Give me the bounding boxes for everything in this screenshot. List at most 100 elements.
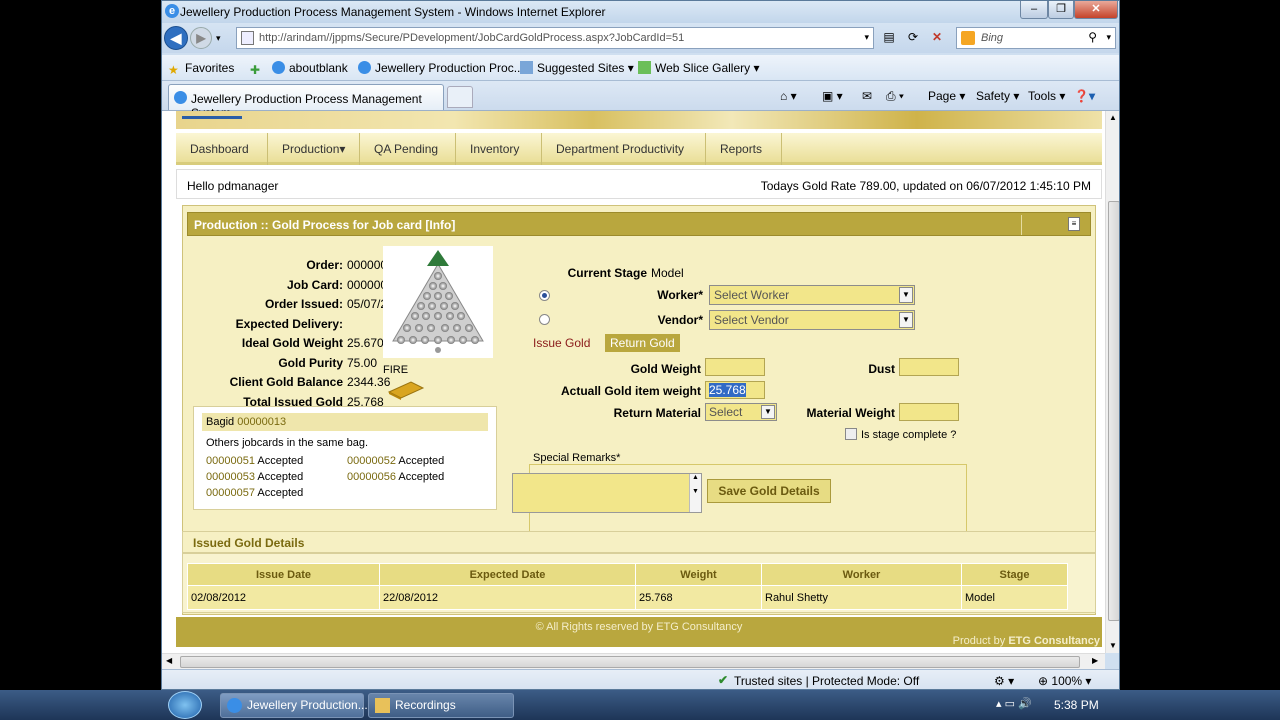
menu-inventory[interactable]: Inventory [456, 133, 542, 165]
company-name[interactable]: ETG Consultancy [1008, 635, 1100, 647]
zone-settings-icon[interactable]: ⚙ ▾ [994, 674, 1014, 688]
save-gold-details-button[interactable]: Save Gold Details [707, 479, 831, 503]
menu-department-productivity[interactable]: Department Productivity [542, 133, 706, 165]
safety-menu[interactable]: Safety ▾ [976, 89, 1019, 103]
panel-title[interactable]: Production :: Gold Process for Job card … [194, 218, 455, 232]
fav-aboutblank[interactable]: aboutblank [272, 61, 348, 75]
ie-page-icon [272, 61, 285, 74]
dust-input[interactable] [899, 358, 959, 376]
vendor-radio[interactable] [539, 314, 550, 325]
return-material-select[interactable]: Select ▼ [705, 403, 777, 421]
jobcard-link[interactable]: 00000053 [206, 471, 255, 483]
vendor-select-value: Select Vendor [714, 313, 789, 327]
gold-weight-input[interactable] [705, 358, 765, 376]
favorites-button[interactable]: ★ Favorites [168, 61, 234, 77]
tab-return-gold[interactable]: Return Gold [605, 334, 680, 352]
close-button[interactable]: ✕ [1074, 1, 1118, 19]
jobcard-link[interactable]: 00000051 [206, 455, 255, 467]
search-placeholder[interactable]: Bing [981, 32, 1003, 44]
table-cell: 22/08/2012 [379, 585, 636, 610]
stage-complete-label: Is stage complete ? [861, 429, 957, 441]
stop-icon[interactable]: ✕ [928, 28, 946, 46]
scroll-thumb[interactable] [1108, 201, 1119, 621]
feeds-icon[interactable]: ▣ ▾ [822, 89, 843, 103]
address-dropdown-icon[interactable]: ▾ [864, 32, 869, 43]
issued-gold-title: Issued Gold Details [193, 536, 305, 550]
gold-purity-label: Gold Purity [278, 356, 343, 370]
taskbar-ie-button[interactable]: Jewellery Production... [220, 693, 368, 718]
tab-row: Jewellery Production Process Management … [162, 81, 1119, 120]
search-dropdown-icon[interactable]: ▾ [1106, 32, 1111, 43]
horizontal-scrollbar[interactable]: ◀ ▶ [162, 653, 1105, 669]
back-button[interactable]: ◀ [164, 26, 188, 50]
column-header[interactable]: Weight [635, 563, 762, 586]
menu-qa-pending[interactable]: QA Pending [360, 133, 456, 165]
page-icon [241, 31, 254, 45]
column-header[interactable]: Stage [961, 563, 1068, 586]
scroll-down-icon[interactable]: ▼ [1109, 641, 1117, 650]
forward-button[interactable]: ▶ [190, 27, 212, 49]
jobcard-link[interactable]: 00000056 [347, 471, 396, 483]
scroll-up-icon[interactable]: ▲ [1109, 113, 1117, 122]
fav-suggested-sites[interactable]: Suggested Sites ▾ [520, 61, 634, 75]
address-bar[interactable]: http://arindam//jppms/Secure/PDevelopmen… [236, 27, 874, 49]
new-tab-button[interactable] [447, 86, 473, 108]
jobcard-status: Accepted [398, 455, 445, 467]
document-icon[interactable]: ≡ [1068, 217, 1080, 231]
column-header[interactable]: Expected Date [379, 563, 636, 586]
jobcard-link[interactable]: 00000052 [347, 455, 396, 467]
url-text[interactable]: http://arindam//jppms/Secure/PDevelopmen… [259, 32, 684, 44]
stage-complete-checkbox[interactable] [845, 428, 857, 440]
actual-weight-input[interactable]: 25.768 [705, 381, 765, 399]
scroll-right-icon[interactable]: ▶ [1092, 656, 1098, 665]
page-menu[interactable]: Page ▾ [928, 89, 965, 103]
actual-weight-value: 25.768 [709, 383, 746, 397]
maximize-button[interactable]: ❐ [1048, 1, 1074, 19]
vendor-label: Vendor* [657, 313, 703, 327]
refresh-icon[interactable]: ⟳ [904, 28, 922, 46]
bagid-link[interactable]: 00000013 [237, 416, 286, 428]
menu-dashboard[interactable]: Dashboard [176, 133, 268, 165]
security-zone[interactable]: Trusted sites | Protected Mode: Off [734, 674, 919, 688]
hscroll-thumb[interactable] [180, 656, 1080, 668]
start-button[interactable] [168, 691, 202, 719]
fav-jewellery[interactable]: Jewellery Production Proc... [358, 61, 524, 75]
tools-menu[interactable]: Tools ▾ [1028, 89, 1065, 103]
vertical-scrollbar[interactable]: ▲ ▼ [1105, 111, 1119, 653]
add-favorites-icon[interactable]: ✚ [250, 61, 267, 77]
home-icon[interactable]: ⌂ ▾ [780, 89, 797, 103]
print-icon[interactable]: ⎙ ▾ [886, 89, 904, 104]
help-icon[interactable]: ❓▾ [1074, 89, 1095, 103]
compatibility-view-icon[interactable]: ▤ [880, 28, 898, 46]
order-issued-label: Order Issued: [264, 297, 343, 311]
vendor-select[interactable]: Select Vendor ▼ [709, 310, 915, 330]
tab-issue-gold[interactable]: Issue Gold [533, 336, 590, 350]
fav-webslice-label: Web Slice Gallery ▾ [655, 61, 760, 75]
recent-pages-dropdown-icon[interactable]: ▾ [216, 33, 221, 44]
fav-web-slice-gallery[interactable]: Web Slice Gallery ▾ [638, 61, 760, 75]
worker-select[interactable]: Select Worker ▼ [709, 285, 915, 305]
tab-active[interactable]: Jewellery Production Process Management … [168, 84, 444, 120]
ie-icon: e [165, 4, 179, 18]
taskbar-clock[interactable]: 5:38 PM [1054, 698, 1099, 712]
column-header[interactable]: Worker [761, 563, 962, 586]
search-box[interactable]: Bing ⚲ ▾ [956, 27, 1116, 49]
taskbar-recordings-button[interactable]: Recordings [368, 693, 514, 718]
textarea-scrollbar[interactable]: ▲ ▼ [689, 474, 701, 512]
remarks-textarea[interactable]: ▲ ▼ [512, 473, 702, 513]
suggested-sites-icon [520, 61, 533, 74]
jobcard-link[interactable]: 00000057 [206, 487, 255, 499]
column-header[interactable]: Issue Date [187, 563, 380, 586]
bagid-label: Bagid [206, 416, 235, 428]
material-weight-input[interactable] [899, 403, 959, 421]
issued-gold-table: Issue Date Expected Date Weight Worker S… [187, 563, 1068, 610]
zoom-level[interactable]: ⊕ 100% ▾ [1038, 674, 1091, 688]
tray-icons[interactable]: ▴ ▭ 🔊 [996, 697, 1032, 710]
mail-icon[interactable]: ✉ [862, 89, 872, 103]
menu-production[interactable]: Production▾ [268, 133, 360, 165]
menu-reports[interactable]: Reports [706, 133, 782, 165]
minimize-button[interactable]: – [1020, 1, 1048, 19]
worker-radio[interactable] [539, 290, 550, 301]
search-icon[interactable]: ⚲ [1088, 30, 1097, 44]
scroll-left-icon[interactable]: ◀ [166, 656, 172, 665]
